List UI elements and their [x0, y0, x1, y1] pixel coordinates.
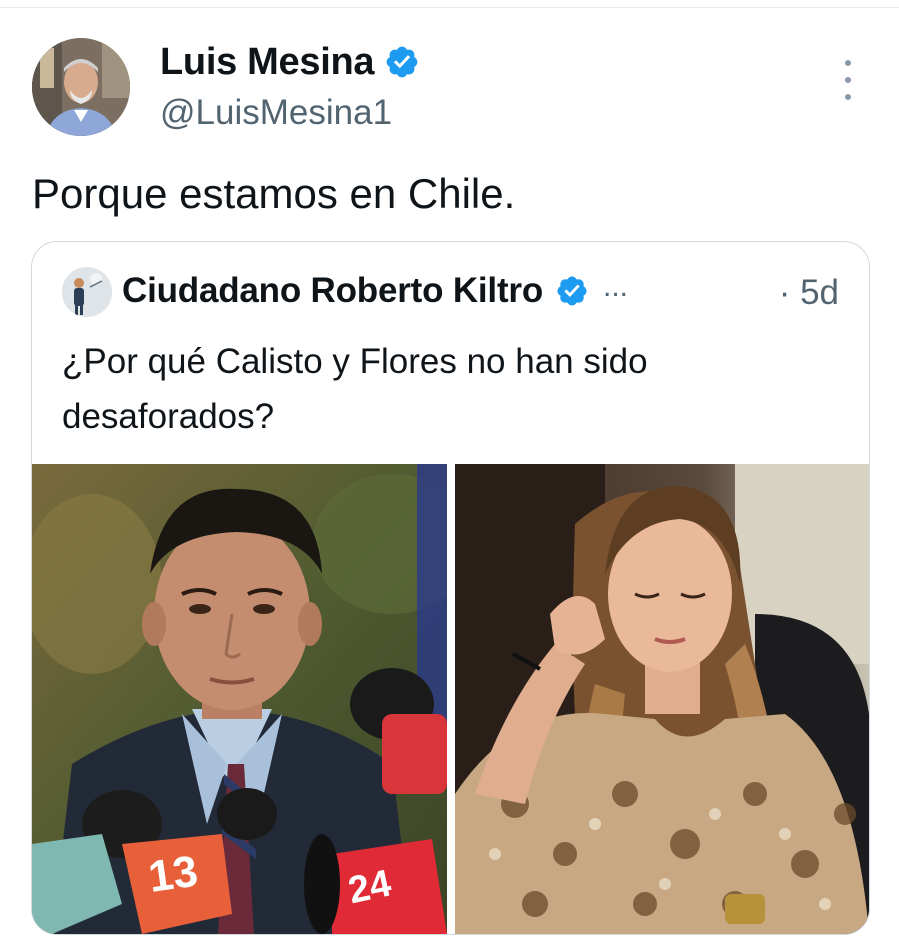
svg-text:24: 24 — [345, 862, 395, 912]
dot — [845, 60, 851, 66]
author-name-row: Luis Mesina — [160, 40, 420, 84]
quoted-author-display-name[interactable]: Ciudadano Roberto Kiltro — [122, 270, 543, 312]
quoted-tweet-timestamp[interactable]: · 5d — [779, 272, 839, 314]
media-photo-right[interactable] — [455, 464, 869, 934]
svg-text:13: 13 — [145, 847, 200, 902]
media-photo-left[interactable]: 13 24 — [32, 464, 447, 934]
verified-badge-icon — [386, 46, 418, 78]
author-display-name[interactable]: Luis Mesina — [160, 40, 375, 84]
quoted-tweet-text: ¿Por qué Calisto y Flores no han sido de… — [62, 342, 648, 436]
verified-badge-icon — [557, 276, 587, 306]
author-handle[interactable]: @LuisMesina1 — [160, 92, 392, 134]
dot — [845, 94, 851, 100]
quoted-tweet-card[interactable]: Ciudadano Roberto Kiltro ... · 5d ¿Por q… — [31, 241, 870, 935]
quoted-tweet-media: 13 24 — [32, 464, 869, 934]
quoted-author-avatar[interactable] — [62, 267, 112, 317]
truncation-ellipsis: ... — [603, 270, 629, 303]
quoted-author-name-row: Ciudadano Roberto Kiltro ... — [122, 270, 628, 312]
author-avatar[interactable] — [32, 38, 130, 136]
tweet-text: Porque estamos en Chile. — [32, 170, 516, 217]
top-divider — [0, 7, 899, 8]
dot — [845, 77, 851, 83]
more-options-icon[interactable] — [836, 60, 860, 100]
